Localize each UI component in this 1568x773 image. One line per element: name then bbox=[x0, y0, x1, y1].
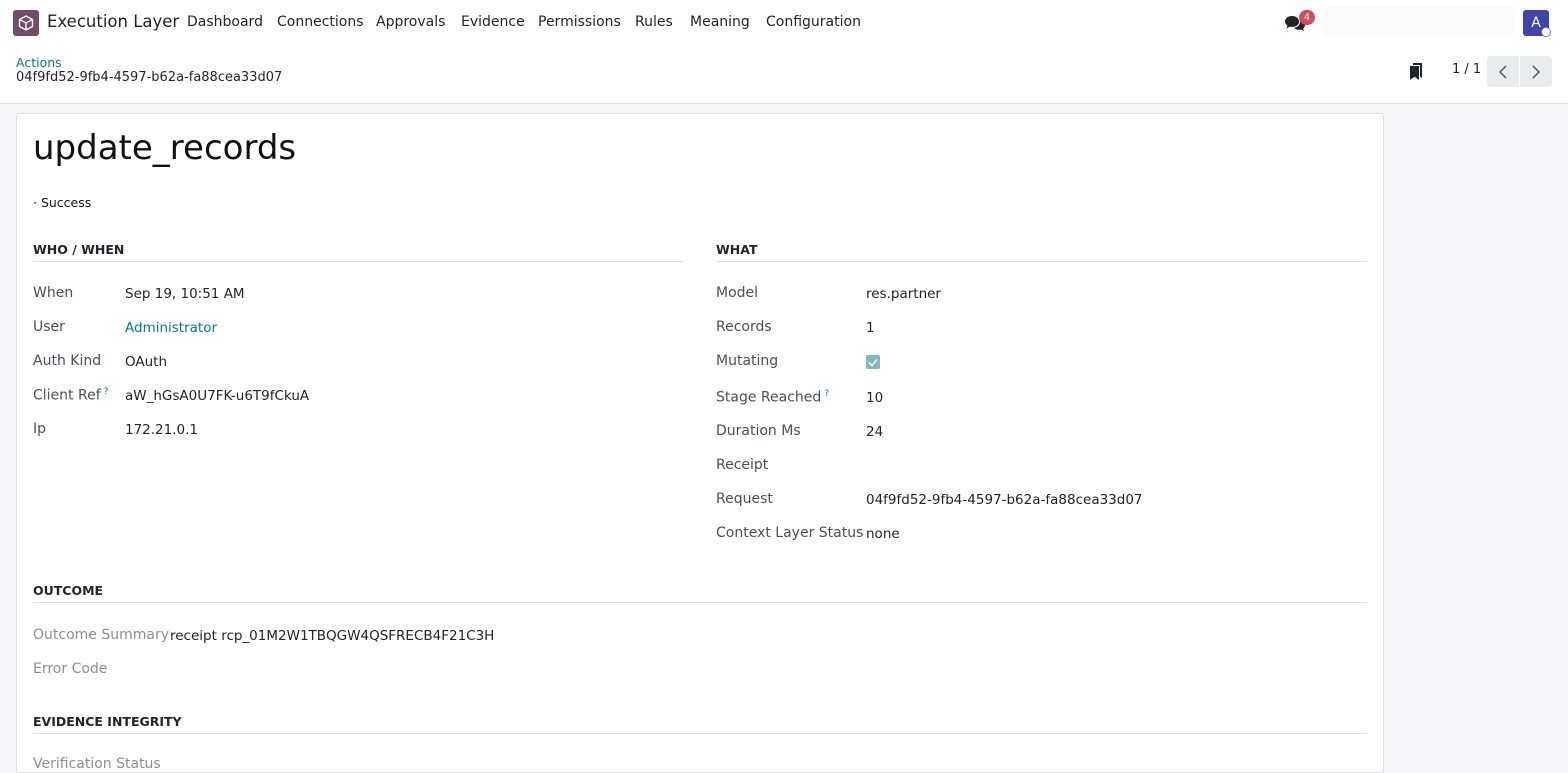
menu-item-approvals[interactable]: Approvals bbox=[376, 14, 445, 30]
auth-kind-label: Auth Kind bbox=[33, 353, 102, 369]
menu-item-dashboard[interactable]: Dashboard bbox=[187, 14, 263, 30]
breadcrumb-current: 04f9fd52-9fb4-4597-b62a-fa88cea33d07 bbox=[16, 70, 283, 85]
pager-next-button[interactable] bbox=[1520, 56, 1552, 87]
mutating-label: Mutating bbox=[716, 353, 779, 369]
ip-label: Ip bbox=[33, 421, 47, 437]
control-panel: Actions 04f9fd52-9fb4-4597-b62a-fa88cea3… bbox=[0, 46, 1568, 104]
records-label: Records bbox=[716, 319, 772, 335]
context-layer-status-value: none bbox=[866, 526, 900, 542]
stage-reached-help-icon[interactable]: ? bbox=[824, 389, 829, 399]
chat-counter-badge: 4 bbox=[1299, 10, 1315, 25]
verification-status-label: Verification Status bbox=[33, 756, 161, 772]
menu-item-connections[interactable]: Connections bbox=[277, 14, 364, 30]
outcome-summary-value: receipt rcp_01M2W1TBQGW4QSFRECB4F21C3H bbox=[170, 628, 495, 644]
user-label: User bbox=[33, 319, 65, 335]
mutating-checkbox[interactable] bbox=[866, 355, 880, 369]
top-navbar: Execution Layer Dashboard Connections Ap… bbox=[0, 0, 1568, 46]
status-label: · Success bbox=[33, 195, 92, 210]
error-code-label: Error Code bbox=[33, 661, 108, 677]
receipt-label: Receipt bbox=[716, 457, 769, 473]
menu-item-configuration[interactable]: Configuration bbox=[766, 14, 861, 30]
client-ref-label: Client Ref? bbox=[33, 387, 108, 404]
duration-label: Duration Ms bbox=[716, 423, 801, 439]
checkmark-icon bbox=[868, 358, 878, 367]
stage-reached-value: 10 bbox=[866, 390, 884, 406]
record-title: update_records bbox=[33, 128, 297, 168]
pager-previous-button[interactable] bbox=[1487, 56, 1519, 87]
section-what-heading: WHAT bbox=[716, 242, 1367, 262]
section-outcome-heading: OUTCOME bbox=[33, 583, 1367, 603]
records-value: 1 bbox=[866, 320, 875, 336]
navbar-search-area bbox=[1323, 6, 1515, 36]
ip-value: 172.21.0.1 bbox=[125, 422, 198, 438]
section-who-when-heading: WHO / WHEN bbox=[33, 242, 684, 262]
menu-item-meaning[interactable]: Meaning bbox=[690, 14, 750, 30]
duration-value: 24 bbox=[866, 424, 884, 440]
pager-value[interactable]: 1 / 1 bbox=[1452, 62, 1481, 77]
request-label: Request bbox=[716, 491, 773, 507]
request-value: 04f9fd52-9fb4-4597-b62a-fa88cea33d07 bbox=[866, 492, 1143, 508]
model-label: Model bbox=[716, 285, 759, 301]
menu-item-permissions[interactable]: Permissions bbox=[538, 14, 621, 30]
auth-kind-value: OAuth bbox=[125, 354, 168, 370]
outcome-summary-label: Outcome Summary bbox=[33, 627, 170, 643]
model-value: res.partner bbox=[866, 286, 941, 302]
section-evidence-integrity-heading: EVIDENCE INTEGRITY bbox=[33, 714, 1367, 734]
form-sheet bbox=[16, 113, 1384, 773]
client-ref-label-text: Client Ref bbox=[33, 387, 101, 404]
cube-icon bbox=[18, 15, 34, 31]
context-layer-status-label: Context Layer Status bbox=[716, 525, 864, 541]
client-ref-help-icon[interactable]: ? bbox=[104, 387, 109, 397]
client-ref-value: aW_hGsA0U7FK-u6T9fCkuA bbox=[125, 388, 310, 404]
when-value: Sep 19, 10:51 AM bbox=[125, 286, 245, 302]
stage-reached-label: Stage Reached? bbox=[716, 389, 829, 406]
menu-item-evidence[interactable]: Evidence bbox=[461, 14, 525, 30]
chevron-left-icon bbox=[1499, 65, 1507, 78]
app-logo-icon[interactable] bbox=[13, 10, 39, 36]
menu-item-rules[interactable]: Rules bbox=[635, 14, 673, 30]
chevron-right-icon bbox=[1532, 65, 1540, 78]
when-label: When bbox=[33, 285, 74, 301]
stage-reached-label-text: Stage Reached bbox=[716, 389, 822, 406]
breadcrumb-actions-link[interactable]: Actions bbox=[16, 55, 62, 70]
user-value-link[interactable]: Administrator bbox=[125, 320, 217, 336]
app-name[interactable]: Execution Layer bbox=[47, 12, 179, 31]
presence-status-icon bbox=[1541, 27, 1551, 37]
bookmark-icon[interactable] bbox=[1409, 62, 1423, 81]
